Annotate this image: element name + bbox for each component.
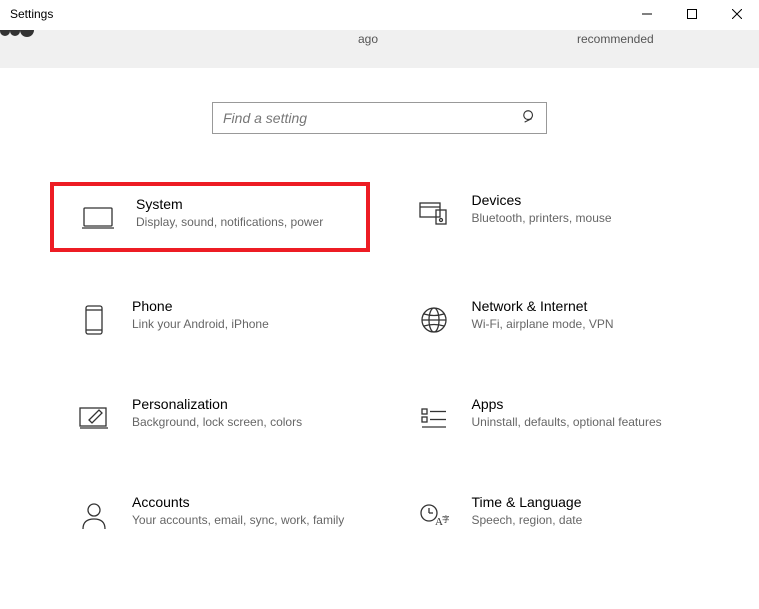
system-icon [78,198,118,238]
accounts-icon [74,496,114,536]
tile-personalization[interactable]: Personalization Background, lock screen,… [50,386,370,448]
tile-apps[interactable]: Apps Uninstall, defaults, optional featu… [390,386,710,448]
strip-dot [0,30,10,36]
tile-title: Time & Language [472,494,694,510]
tile-title: Phone [132,298,354,314]
tile-sub: Link your Android, iPhone [132,316,354,332]
tile-sub: Background, lock screen, colors [132,414,354,430]
search-icon [522,109,536,128]
tile-devices[interactable]: Devices Bluetooth, printers, mouse [390,182,710,252]
window-controls [624,0,759,28]
tile-title: Network & Internet [472,298,694,314]
tile-sub: Speech, region, date [472,512,694,528]
tile-sub: Uninstall, defaults, optional features [472,414,694,430]
tile-accounts[interactable]: Accounts Your accounts, email, sync, wor… [50,484,370,546]
phone-icon [74,300,114,340]
apps-icon [414,398,454,438]
strip-text-ago: ago [358,32,378,46]
personalization-icon [74,398,114,438]
tile-system[interactable]: System Display, sound, notifications, po… [50,182,370,252]
window-title: Settings [0,0,63,28]
minimize-button[interactable] [624,0,669,28]
strip-dot [10,30,20,36]
search-input[interactable] [223,110,522,126]
tile-sub: Your accounts, email, sync, work, family [132,512,354,528]
tile-time-language[interactable]: A字 Time & Language Speech, region, date [390,484,710,546]
time-language-icon: A字 [414,496,454,536]
strip-text-recommended: recommended [577,32,654,46]
search-box[interactable] [212,102,547,134]
tile-sub: Bluetooth, printers, mouse [472,210,694,226]
maximize-button[interactable] [669,0,714,28]
tile-sub: Wi-Fi, airplane mode, VPN [472,316,694,332]
close-button[interactable] [714,0,759,28]
header-strip: ago recommended [0,30,759,68]
tile-title: Personalization [132,396,354,412]
devices-icon [414,194,454,234]
tile-title: Devices [472,192,694,208]
search-container [0,102,759,134]
tile-network[interactable]: Network & Internet Wi-Fi, airplane mode,… [390,288,710,350]
settings-grid: System Display, sound, notifications, po… [0,182,759,546]
tile-title: System [136,196,350,212]
tile-title: Accounts [132,494,354,510]
svg-text:字: 字 [442,514,449,524]
tile-sub: Display, sound, notifications, power [136,214,350,230]
titlebar: Settings [0,0,759,30]
tile-title: Apps [472,396,694,412]
strip-dot [20,30,34,37]
globe-icon [414,300,454,340]
tile-phone[interactable]: Phone Link your Android, iPhone [50,288,370,350]
